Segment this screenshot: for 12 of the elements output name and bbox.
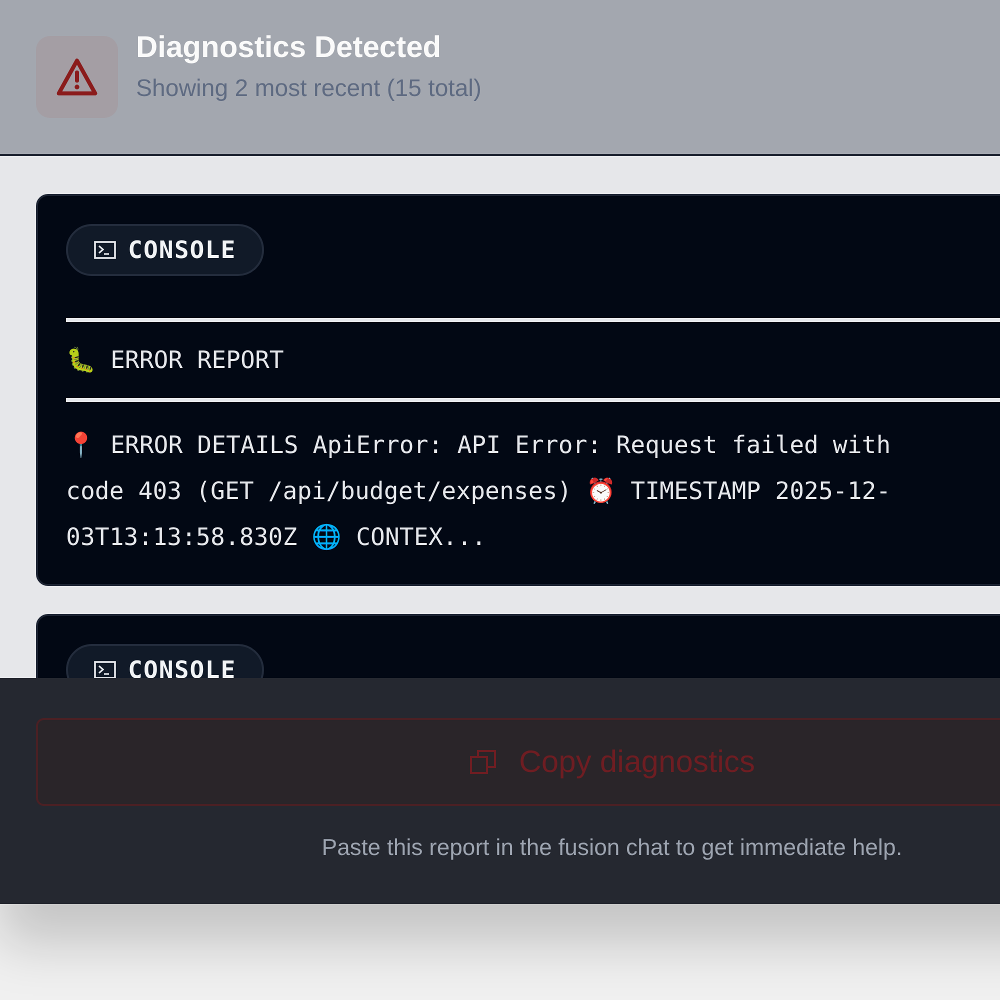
- report-heading: 🐛 ERROR REPORT: [66, 346, 285, 374]
- badge-label: CONSOLE: [128, 656, 236, 678]
- terminal-icon: [94, 241, 116, 259]
- badge-label: CONSOLE: [128, 236, 236, 264]
- warning-icon: [36, 36, 118, 118]
- dialog-title: Diagnostics Detected: [136, 31, 442, 65]
- copy-icon: [468, 748, 499, 776]
- help-hint: Paste this report in the fusion chat to get immediate help.: [320, 834, 904, 861]
- error-details: 📍 ERROR DETAILS ApiError: API Error: Request failed with code 403 (GET /api/budget/expenses) ⏰ TIMESTAMP 2025-12- 03T13:13:58.830Z 🌐 CONTEX...: [66, 430, 892, 553]
- copy-button[interactable]: Copy diagnostics: [36, 718, 1000, 806]
- dialog-subtitle: Showing 2 most recent (15 total): [136, 75, 482, 103]
- terminal-icon: [94, 661, 116, 678]
